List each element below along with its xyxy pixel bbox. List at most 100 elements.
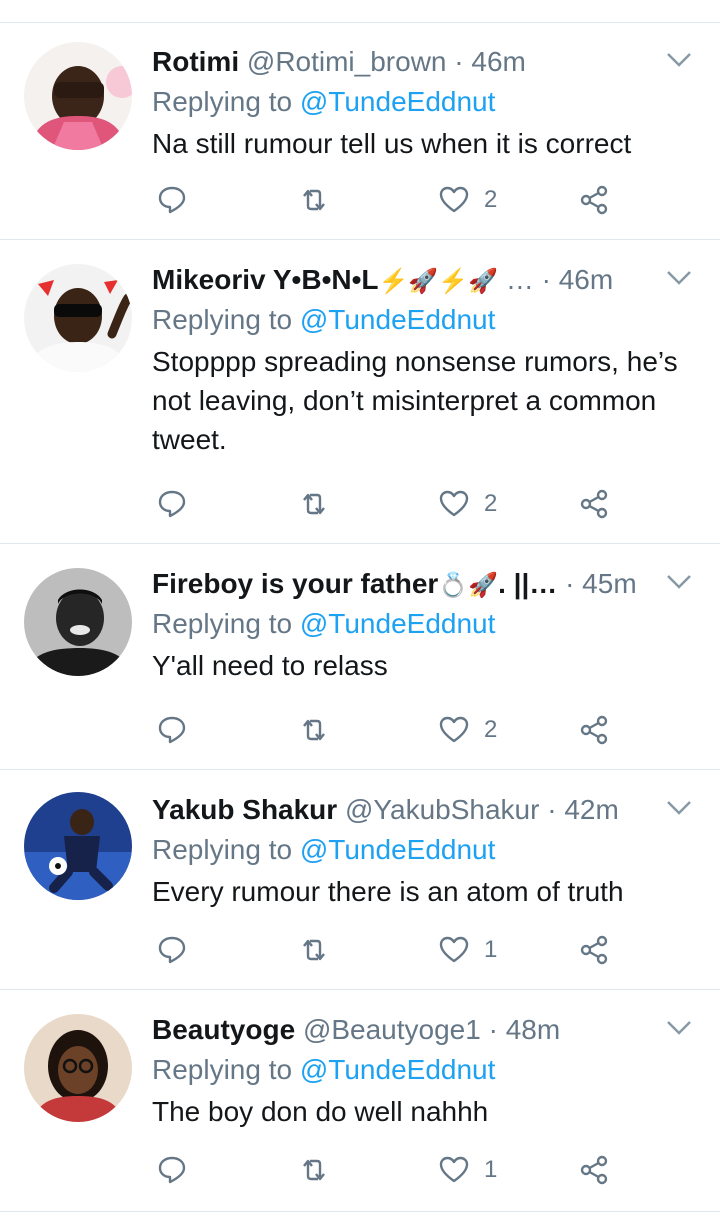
tweet-header: Beautyoge @Beautyoge1 · 48m bbox=[152, 1010, 652, 1050]
heart-icon bbox=[439, 490, 469, 517]
avatar[interactable] bbox=[24, 42, 132, 150]
share-icon bbox=[580, 715, 608, 745]
replying-to-label: Replying to bbox=[152, 304, 293, 335]
chevron-down-icon[interactable] bbox=[664, 266, 694, 290]
display-name[interactable]: Fireboy is your father bbox=[152, 568, 438, 599]
replying-to-handle[interactable]: @TundeEddnut bbox=[300, 608, 496, 639]
chevron-down-icon[interactable] bbox=[664, 48, 694, 72]
like-count: 2 bbox=[484, 716, 498, 743]
avatar[interactable] bbox=[24, 1014, 132, 1122]
timestamp[interactable]: · 42m bbox=[547, 794, 619, 825]
share-button[interactable] bbox=[578, 1150, 610, 1190]
action-bar: 2 bbox=[152, 710, 672, 750]
comment-icon bbox=[158, 490, 186, 518]
like-button[interactable]: 2 bbox=[438, 180, 497, 220]
chevron-down-icon[interactable] bbox=[664, 570, 694, 594]
replying-to-label: Replying to bbox=[152, 834, 293, 865]
timestamp[interactable]: · 46m bbox=[542, 264, 614, 295]
like-button[interactable]: 1 bbox=[438, 930, 497, 970]
timestamp[interactable]: · 48m bbox=[489, 1014, 561, 1045]
retweet-icon bbox=[303, 1159, 325, 1181]
action-bar: 1 bbox=[152, 930, 672, 970]
tweet-text: The boy don do well nahhh bbox=[152, 1096, 489, 1127]
display-name[interactable]: Yakub Shakur bbox=[152, 794, 337, 825]
reply-button[interactable] bbox=[156, 930, 188, 970]
user-handle[interactable]: @YakubShakur bbox=[345, 794, 539, 825]
chevron-down-icon[interactable] bbox=[664, 1016, 694, 1040]
display-name[interactable]: Beautyoge bbox=[152, 1014, 295, 1045]
replying-to-handle[interactable]: @TundeEddnut bbox=[300, 834, 496, 865]
heart-icon bbox=[439, 186, 469, 213]
share-button[interactable] bbox=[578, 484, 610, 524]
tweet-reply[interactable]: Beautyoge @Beautyoge1 · 48m Replying to … bbox=[0, 990, 720, 1212]
tweet-header: Mikeoriv Y•B•N•L⚡🚀⚡🚀 … · 46m bbox=[152, 260, 652, 300]
name-emoji: ⚡🚀⚡🚀 bbox=[378, 268, 499, 295]
replying-to-label: Replying to bbox=[152, 1054, 293, 1085]
like-button[interactable]: 2 bbox=[438, 484, 497, 524]
user-handle[interactable]: @Beautyoge1 bbox=[303, 1014, 481, 1045]
name-suffix: . ||… bbox=[498, 568, 558, 599]
avatar[interactable] bbox=[24, 264, 132, 372]
replying-to: Replying to @TundeEddnut bbox=[152, 830, 495, 870]
like-count: 2 bbox=[484, 186, 498, 213]
share-icon bbox=[580, 489, 608, 519]
share-icon bbox=[580, 935, 608, 965]
tweet-text: Na still rumour tell us when it is corre… bbox=[152, 128, 632, 159]
share-button[interactable] bbox=[578, 930, 610, 970]
heart-icon bbox=[439, 1156, 469, 1183]
tweet-reply[interactable]: Rotimi @Rotimi_brown · 46m Replying to @… bbox=[0, 22, 720, 240]
like-count: 1 bbox=[484, 936, 498, 963]
avatar[interactable] bbox=[24, 568, 132, 676]
top-divider bbox=[0, 0, 720, 23]
chevron-down-icon[interactable] bbox=[664, 796, 694, 820]
reply-button[interactable] bbox=[156, 484, 188, 524]
replying-to: Replying to @TundeEddnut bbox=[152, 300, 495, 340]
replying-to: Replying to @TundeEddnut bbox=[152, 604, 495, 644]
retweet-button[interactable] bbox=[298, 180, 330, 220]
avatar[interactable] bbox=[24, 792, 132, 900]
retweet-button[interactable] bbox=[298, 930, 330, 970]
replying-to-label: Replying to bbox=[152, 608, 293, 639]
replying-to-handle[interactable]: @TundeEddnut bbox=[300, 304, 496, 335]
tweet-reply[interactable]: Yakub Shakur @YakubShakur · 42m Replying… bbox=[0, 770, 720, 990]
action-bar: 2 bbox=[152, 180, 672, 220]
reply-button[interactable] bbox=[156, 180, 188, 220]
name-emoji: 💍🚀 bbox=[438, 572, 499, 599]
comment-icon bbox=[158, 186, 186, 214]
tweet-text: Y'all need to relass bbox=[152, 650, 388, 681]
retweet-icon bbox=[303, 189, 325, 211]
tweet-reply[interactable]: Fireboy is your father💍🚀. ||… · 45m Repl… bbox=[0, 544, 720, 770]
tweet-header: Rotimi @Rotimi_brown · 46m bbox=[152, 42, 652, 82]
like-button[interactable]: 2 bbox=[438, 710, 497, 750]
comment-icon bbox=[158, 936, 186, 964]
user-handle[interactable]: @Rotimi_brown bbox=[247, 46, 447, 77]
comment-icon bbox=[158, 716, 186, 744]
replying-to: Replying to @TundeEddnut bbox=[152, 1050, 495, 1090]
retweet-button[interactable] bbox=[298, 1150, 330, 1190]
share-icon bbox=[580, 185, 608, 215]
like-count: 1 bbox=[484, 1156, 498, 1183]
display-name[interactable]: Rotimi bbox=[152, 46, 239, 77]
replying-to-handle[interactable]: @TundeEddnut bbox=[300, 1054, 496, 1085]
retweet-icon bbox=[303, 939, 325, 961]
tweet-text: Stopppp spreading nonsense rumors, he’s … bbox=[152, 346, 678, 455]
user-handle[interactable]: … bbox=[506, 264, 534, 295]
replying-to-handle[interactable]: @TundeEddnut bbox=[300, 86, 496, 117]
share-button[interactable] bbox=[578, 180, 610, 220]
retweet-icon bbox=[303, 493, 325, 515]
heart-icon bbox=[439, 936, 469, 963]
tweet-header: Yakub Shakur @YakubShakur · 42m bbox=[152, 790, 652, 830]
tweet-reply[interactable]: Mikeoriv Y•B•N•L⚡🚀⚡🚀 … · 46m Replying to… bbox=[0, 240, 720, 544]
replying-to-label: Replying to bbox=[152, 86, 293, 117]
timestamp[interactable]: · 45m bbox=[565, 568, 637, 599]
retweet-button[interactable] bbox=[298, 484, 330, 524]
timestamp[interactable]: · 46m bbox=[454, 46, 526, 77]
share-button[interactable] bbox=[578, 710, 610, 750]
retweet-button[interactable] bbox=[298, 710, 330, 750]
like-button[interactable]: 1 bbox=[438, 1150, 497, 1190]
reply-button[interactable] bbox=[156, 710, 188, 750]
like-count: 2 bbox=[484, 490, 498, 517]
display-name[interactable]: Mikeoriv Y•B•N•L bbox=[152, 264, 379, 295]
action-bar: 2 bbox=[152, 484, 672, 524]
reply-button[interactable] bbox=[156, 1150, 188, 1190]
